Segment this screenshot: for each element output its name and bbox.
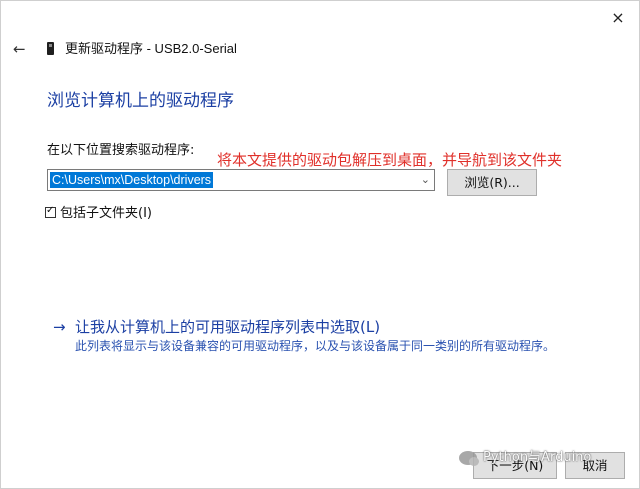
browse-button[interactable]: 浏览(R)... — [447, 169, 537, 196]
watermark-text: Python与Arduino — [483, 450, 592, 465]
driver-path-input[interactable]: C:\Users\mx\Desktop\drivers ⌄ — [47, 169, 435, 191]
driver-path-value: C:\Users\mx\Desktop\drivers — [50, 172, 214, 188]
include-subfolders-label[interactable]: 包括子文件夹(I) — [60, 205, 152, 223]
page-heading: 浏览计算机上的驱动程序 — [47, 91, 234, 111]
arrow-right-icon[interactable]: → — [53, 316, 66, 338]
back-arrow-icon[interactable]: ← — [13, 37, 26, 61]
usb-device-icon — [47, 42, 54, 55]
wechat-logo-icon — [459, 451, 479, 466]
driver-update-window: × ← 更新驱动程序 - USB2.0-Serial 浏览计算机上的驱动程序 在… — [0, 0, 640, 489]
title-bar: ← 更新驱动程序 - USB2.0-Serial — [1, 37, 639, 61]
red-annotation-text: 将本文提供的驱动包解压到桌面，并导航到该文件夹 — [217, 151, 563, 169]
window-title: 更新驱动程序 - USB2.0-Serial — [65, 41, 237, 56]
chevron-down-icon[interactable]: ⌄ — [421, 172, 430, 188]
checkbox-checked-icon[interactable] — [45, 205, 56, 218]
pick-from-list-link[interactable]: 让我从计算机上的可用驱动程序列表中选取(L) — [75, 316, 380, 338]
close-icon[interactable]: × — [607, 7, 629, 29]
pick-from-list-description: 此列表将显示与该设备兼容的可用驱动程序，以及与该设备属于同一类别的所有驱动程序。 — [75, 339, 556, 353]
search-location-label: 在以下位置搜索驱动程序: — [47, 143, 195, 158]
